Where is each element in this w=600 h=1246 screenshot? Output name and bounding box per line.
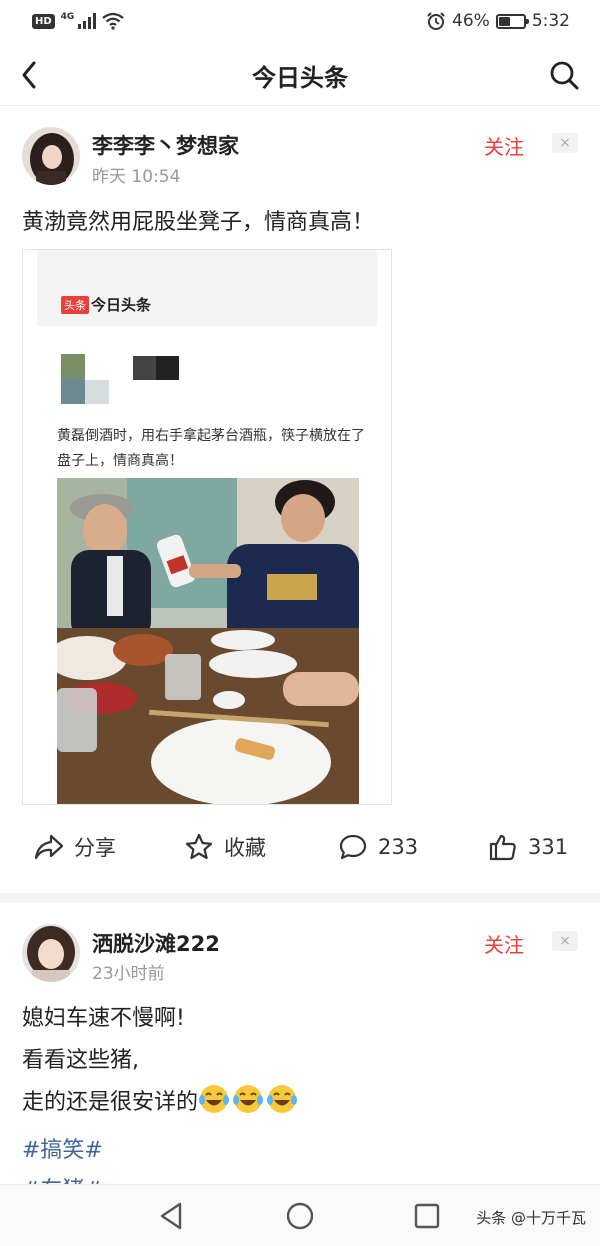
avatar[interactable]: [22, 127, 80, 185]
battery-level: [498, 16, 510, 26]
status-left: HD 4G: [32, 12, 125, 30]
battery-percent: 46%: [452, 11, 490, 31]
dismiss-button[interactable]: ×: [552, 931, 578, 951]
embed-header: [37, 250, 377, 326]
share-icon: [34, 834, 64, 860]
post-text: 黄渤竟然用屁股坐凳子，情商真高！: [22, 210, 375, 235]
embed-brand: 今日头条: [91, 296, 152, 314]
page-title: 今日头条: [252, 64, 348, 92]
status-bar: HD 4G 46% 5:32: [0, 0, 600, 44]
nav-back-icon[interactable]: [155, 1199, 189, 1233]
post-text-line: 媳妇车速不慢啊!: [22, 1006, 185, 1031]
embed-badge: 头条: [61, 296, 89, 314]
dismiss-button[interactable]: ×: [552, 133, 578, 153]
share-button[interactable]: 分享: [34, 832, 116, 862]
search-icon[interactable]: [546, 57, 582, 93]
post-time: 23小时前: [92, 964, 165, 984]
tears-of-joy-emoji-icon: [267, 1085, 298, 1113]
dinner-photo: [57, 478, 359, 804]
like-button[interactable]: 331: [488, 832, 568, 862]
emoji-row: [198, 1085, 300, 1115]
wifi-icon: [102, 12, 125, 30]
status-right: 46% 5:32: [426, 11, 570, 31]
title-bar: 今日头条: [0, 44, 600, 106]
star-icon: [185, 833, 213, 860]
signal-icon: [78, 13, 97, 29]
alarm-icon: [427, 12, 445, 30]
comment-icon: [339, 834, 367, 860]
thumbs-up-icon: [489, 834, 516, 861]
system-nav-bar: 头条 @十万千瓦: [0, 1184, 600, 1246]
post-text-span: 走的还是很安详的: [22, 1090, 199, 1115]
hd-badge: HD: [32, 13, 55, 29]
follow-button[interactable]: 关注: [484, 929, 524, 958]
network-type: 4G: [60, 12, 75, 22]
comment-button[interactable]: 233: [338, 832, 418, 862]
embed-caption: 黄磊倒酒时，用右手拿起茅台酒瓶，筷子横放在了盘子上，情商真高！: [57, 428, 365, 469]
follow-button[interactable]: 关注: [484, 131, 524, 160]
share-label: 分享: [74, 836, 116, 860]
blurred-avatar: [61, 378, 85, 404]
hashtag-link[interactable]: #搞笑#: [22, 1132, 103, 1164]
watermark: 头条 @十万千瓦: [476, 1209, 586, 1227]
blurred-avatar: [85, 380, 109, 404]
post-text-line: 走的还是很安详的: [22, 1082, 300, 1124]
post-time: 昨天 10:54: [92, 167, 181, 187]
blurred-avatar: [61, 354, 85, 378]
tears-of-joy-emoji-icon: [199, 1085, 230, 1113]
comment-count: 233: [378, 835, 419, 859]
hashtag-link[interactable]: #车猪#: [22, 1172, 103, 1184]
avatar[interactable]: [22, 924, 80, 982]
embedded-image[interactable]: 头条 今日头条 黄磊倒酒时，用右手拿起茅台酒瓶，筷子横放在了盘子上，情商真高！: [22, 249, 392, 805]
like-count: 331: [528, 835, 569, 859]
post-text-line: 看看这些猪,: [22, 1048, 139, 1073]
blurred-username: [133, 356, 179, 380]
nav-recents-icon[interactable]: [410, 1199, 444, 1233]
nav-home-icon[interactable]: [283, 1199, 317, 1233]
post-divider: [0, 893, 600, 903]
author-name[interactable]: 洒脱沙滩222: [92, 928, 220, 958]
favorite-button[interactable]: 收藏: [184, 832, 266, 862]
battery-icon: [495, 13, 529, 29]
author-name[interactable]: 李李李丶梦想家: [92, 130, 239, 160]
favorite-label: 收藏: [224, 836, 266, 860]
post-actions: 分享 收藏 233 331: [0, 826, 600, 876]
clock: 5:32: [531, 11, 570, 31]
tears-of-joy-emoji-icon: [233, 1085, 264, 1113]
